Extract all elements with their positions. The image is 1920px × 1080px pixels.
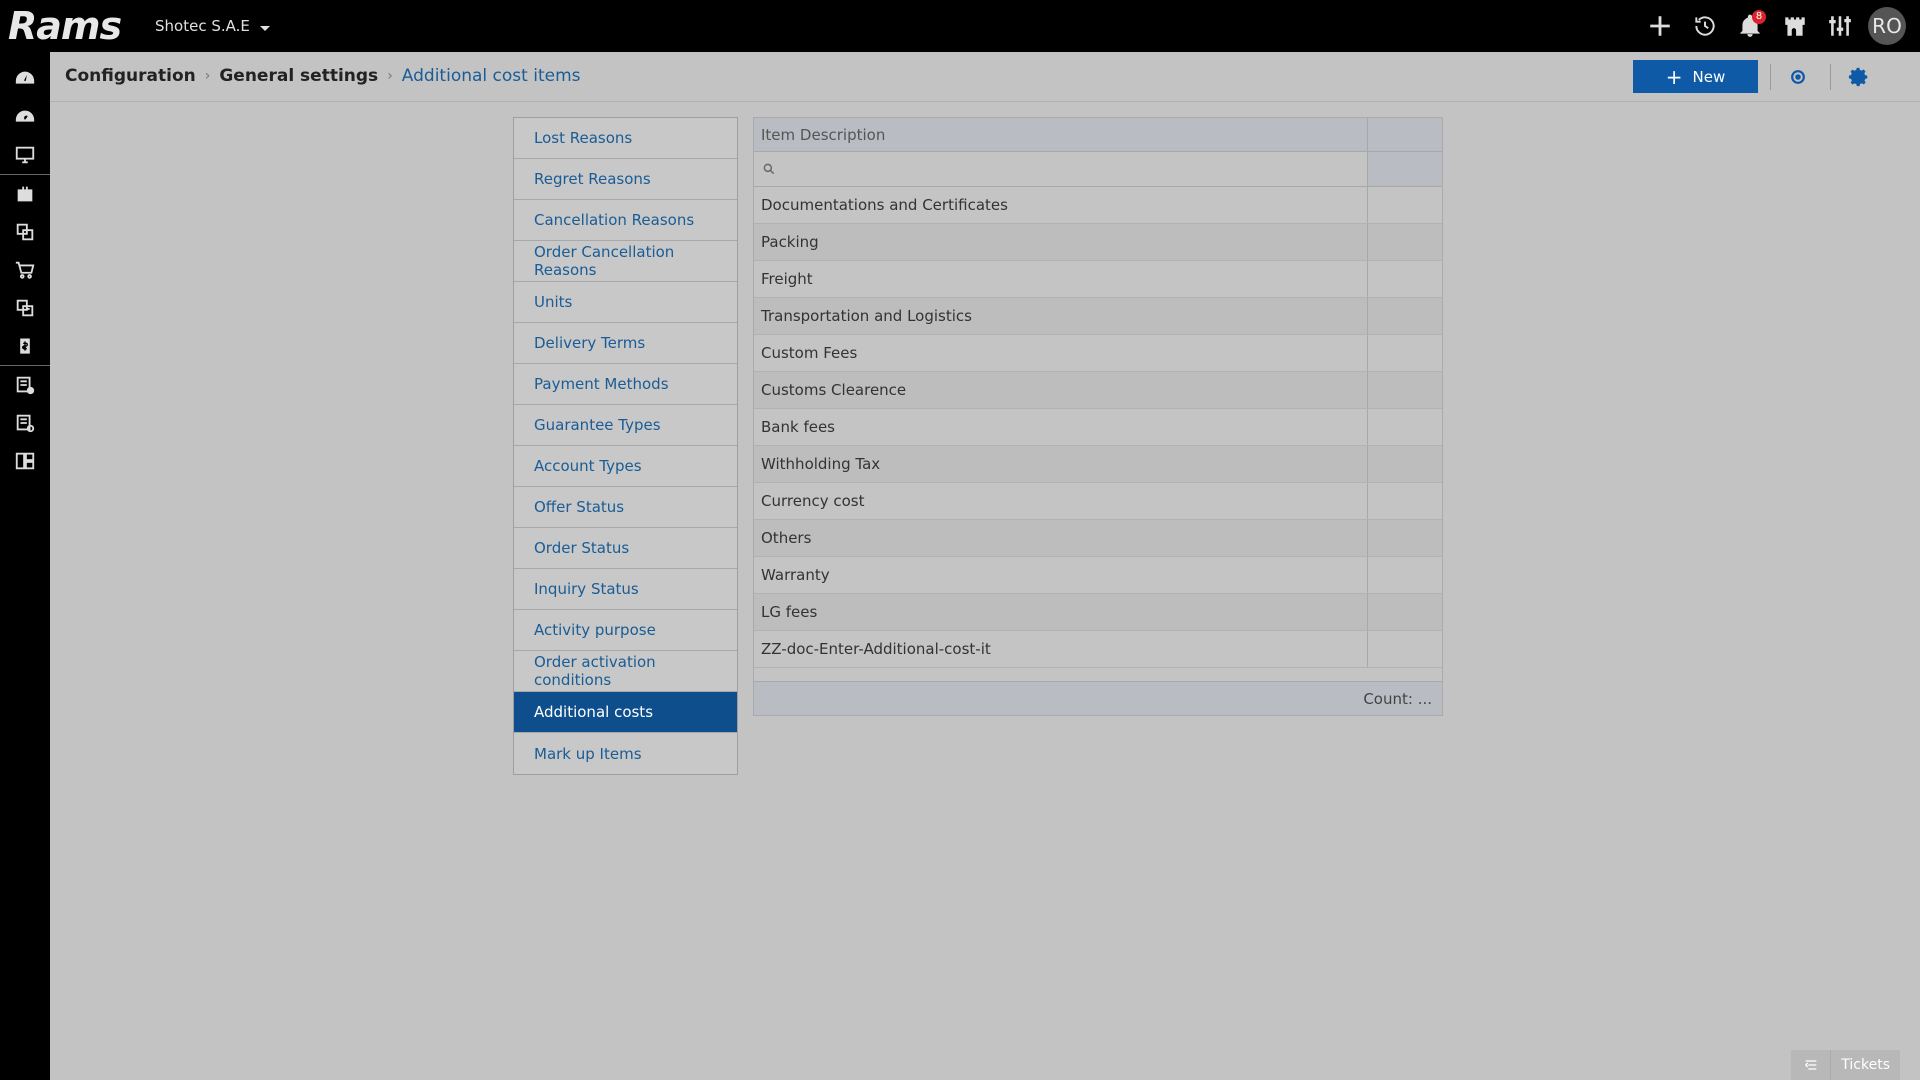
monitor-icon[interactable] [0, 136, 50, 174]
settings-menu: Lost Reasons Regret Reasons Cancellation… [513, 117, 738, 775]
toolbar-divider [1770, 64, 1771, 90]
tickets-widget[interactable]: Tickets [1791, 1050, 1900, 1080]
table-row[interactable]: Documentations and Certificates [754, 187, 1442, 224]
search-icon [763, 163, 775, 175]
refresh-icon[interactable] [1786, 65, 1810, 89]
sliders-icon[interactable] [1817, 0, 1862, 52]
left-nav [0, 52, 50, 1080]
menu-item-cancellation-reasons[interactable]: Cancellation Reasons [514, 200, 737, 241]
report-settings-icon[interactable] [0, 404, 50, 442]
notification-badge: 8 [1752, 10, 1766, 24]
menu-item-additional-costs[interactable]: Additional costs [514, 692, 737, 733]
gear-icon[interactable] [1847, 65, 1871, 89]
chevron-right-icon: › [204, 68, 211, 84]
row-description: LG fees [754, 594, 1368, 630]
orders-icon[interactable] [0, 289, 50, 327]
breadcrumb-current: Additional cost items [401, 66, 581, 86]
additional-cost-grid: Item Description Documentations and Cert… [753, 117, 1443, 716]
menu-item-inquiry-status[interactable]: Inquiry Status [514, 569, 737, 610]
table-row[interactable]: Bank fees [754, 409, 1442, 446]
chevron-down-icon [259, 25, 270, 31]
app-logo[interactable]: Rams [8, 4, 122, 48]
filter-actions-cell [1368, 152, 1442, 186]
collapse-icon[interactable] [1791, 1050, 1832, 1080]
table-row[interactable]: ZZ-doc-Enter-Additional-cost-it [754, 631, 1442, 668]
table-row[interactable]: Freight [754, 261, 1442, 298]
invoice-icon[interactable] [0, 327, 50, 365]
top-bar: Rams Shotec S.A.E 8 RO [0, 0, 1920, 52]
menu-item-offer-status[interactable]: Offer Status [514, 487, 737, 528]
add-icon[interactable] [1637, 0, 1682, 52]
documents-icon[interactable] [0, 213, 50, 251]
toolbar-divider [1830, 64, 1831, 90]
row-description: Currency cost [754, 483, 1368, 519]
menu-item-order-cancellation-reasons[interactable]: Order Cancellation Reasons [514, 241, 737, 282]
table-row[interactable]: Transportation and Logistics [754, 298, 1442, 335]
grid-header: Item Description [754, 118, 1442, 152]
new-button-label: New [1692, 67, 1726, 86]
castle-icon[interactable] [1772, 0, 1817, 52]
tickets-label[interactable]: Tickets [1831, 1050, 1900, 1080]
row-description: Documentations and Certificates [754, 187, 1368, 223]
menu-item-lost-reasons[interactable]: Lost Reasons [514, 118, 737, 159]
row-description: Packing [754, 224, 1368, 260]
menu-item-order-activation-conditions[interactable]: Order activation conditions [514, 651, 737, 692]
table-row[interactable]: Customs Clearence [754, 372, 1442, 409]
dashboard-icon[interactable] [0, 60, 50, 98]
history-icon[interactable] [1682, 0, 1727, 52]
table-row[interactable]: Custom Fees [754, 335, 1442, 372]
table-row[interactable]: Packing [754, 224, 1442, 261]
new-button[interactable]: + New [1633, 60, 1758, 93]
grid-rows: Documentations and Certificates Packing … [754, 187, 1442, 671]
row-description: Warranty [754, 557, 1368, 593]
table-row[interactable]: LG fees [754, 594, 1442, 631]
bell-icon[interactable]: 8 [1727, 0, 1772, 52]
user-avatar[interactable]: RO [1868, 7, 1906, 45]
row-description: Customs Clearence [754, 372, 1368, 408]
briefcase-icon[interactable] [0, 175, 50, 213]
grid-footer: Count: ... [754, 681, 1442, 715]
column-header-item-description[interactable]: Item Description [754, 118, 1368, 151]
menu-item-activity-purpose[interactable]: Activity purpose [514, 610, 737, 651]
row-description: Transportation and Logistics [754, 298, 1368, 334]
company-selector[interactable]: Shotec S.A.E [155, 17, 270, 35]
page-header: Configuration › General settings › Addit… [50, 52, 1920, 102]
cart-icon[interactable] [0, 251, 50, 289]
plus-icon: + [1665, 64, 1683, 89]
company-name: Shotec S.A.E [155, 17, 250, 35]
row-description: Others [754, 520, 1368, 556]
menu-item-account-types[interactable]: Account Types [514, 446, 737, 487]
column-header-actions [1368, 118, 1442, 151]
menu-item-payment-methods[interactable]: Payment Methods [514, 364, 737, 405]
row-description: Bank fees [754, 409, 1368, 445]
logo-text: Rams [8, 4, 122, 48]
record-count: Count: ... [1363, 689, 1432, 708]
menu-item-guarantee-types[interactable]: Guarantee Types [514, 405, 737, 446]
menu-item-mark-up-items[interactable]: Mark up Items [514, 733, 737, 774]
breadcrumb-general-settings[interactable]: General settings [219, 66, 378, 86]
chevron-right-icon: › [387, 68, 393, 84]
grid-layout-icon[interactable] [0, 442, 50, 480]
search-input[interactable] [776, 154, 1356, 184]
row-description: Custom Fees [754, 335, 1368, 371]
row-description: ZZ-doc-Enter-Additional-cost-it [754, 631, 1368, 667]
table-row[interactable]: Currency cost [754, 483, 1442, 520]
row-description: Freight [754, 261, 1368, 297]
menu-item-units[interactable]: Units [514, 282, 737, 323]
menu-item-regret-reasons[interactable]: Regret Reasons [514, 159, 737, 200]
table-row[interactable]: Others [754, 520, 1442, 557]
table-row[interactable]: Withholding Tax [754, 446, 1442, 483]
table-row[interactable]: Warranty [754, 557, 1442, 594]
breadcrumb: Configuration › General settings › Addit… [65, 66, 580, 86]
report-check-icon[interactable] [0, 366, 50, 404]
breadcrumb-configuration[interactable]: Configuration [65, 66, 196, 86]
row-description: Withholding Tax [754, 446, 1368, 482]
filter-row [754, 152, 1442, 187]
gauge-icon[interactable] [0, 98, 50, 136]
menu-item-order-status[interactable]: Order Status [514, 528, 737, 569]
menu-item-delivery-terms[interactable]: Delivery Terms [514, 323, 737, 364]
